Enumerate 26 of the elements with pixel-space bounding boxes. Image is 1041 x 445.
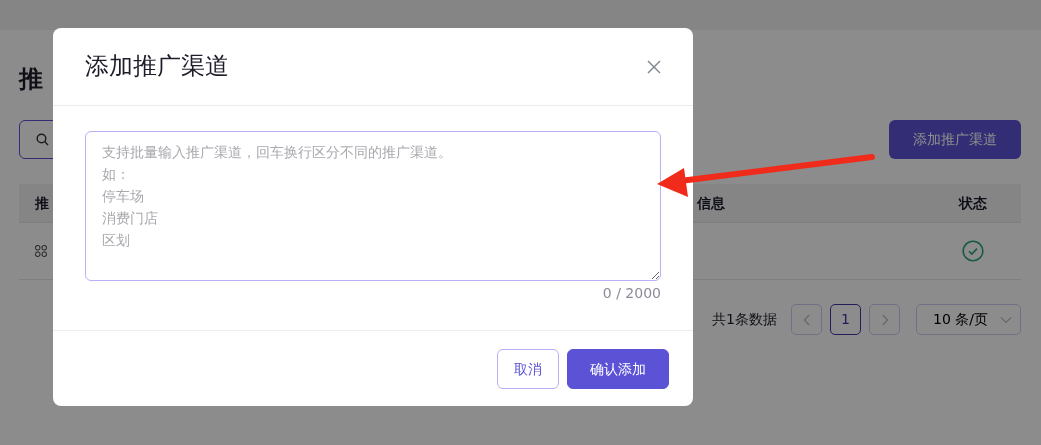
confirm-button[interactable]: 确认添加 — [567, 349, 669, 389]
add-channel-button[interactable]: 添加推广渠道 — [889, 120, 1021, 159]
cancel-button[interactable]: 取消 — [497, 349, 559, 389]
channel-input-field[interactable] — [85, 131, 661, 281]
page-button[interactable]: 1 — [830, 304, 861, 335]
column-header: 推 — [35, 194, 49, 211]
placeholder-text: 消费门店 — [102, 209, 158, 228]
column-header: 信息 — [697, 194, 725, 211]
placeholder-text: 停车场 — [102, 187, 144, 206]
column-header: 状态 — [959, 194, 987, 211]
placeholder-text: 区划 — [102, 231, 130, 250]
character-counter: 0 / 2000 — [601, 284, 662, 303]
previous-page-button[interactable] — [791, 304, 822, 335]
chevron-left-icon — [802, 313, 811, 326]
close-button[interactable] — [647, 59, 661, 74]
search-icon — [36, 133, 49, 146]
placeholder-text: 支持批量输入推广渠道，回车换行区分不同的推广渠道。 — [102, 143, 452, 162]
grid-icon — [35, 245, 47, 257]
page-title: 推 — [19, 64, 43, 95]
chevron-down-icon — [1000, 315, 1012, 324]
next-page-button[interactable] — [869, 304, 900, 335]
page-size-select[interactable]: 10 条/页 — [916, 304, 1021, 335]
chevron-right-icon — [880, 313, 889, 326]
placeholder-text: 如： — [102, 165, 130, 184]
modal-title: 添加推广渠道 — [85, 52, 229, 81]
total-count: 共1条数据 — [712, 310, 777, 329]
